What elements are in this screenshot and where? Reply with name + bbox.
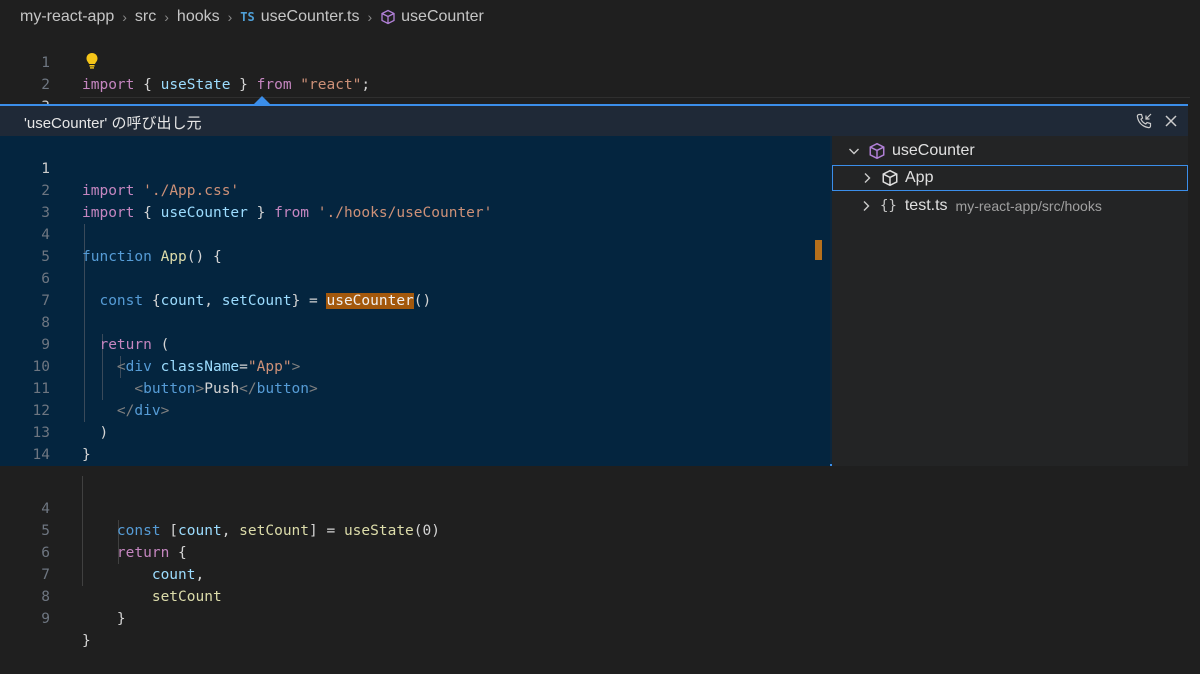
lightbulb-icon[interactable]: [84, 52, 100, 70]
current-line-border: [80, 97, 1190, 98]
chevron-right-icon: ›: [164, 9, 169, 25]
code-line: 12 ): [0, 378, 830, 441]
symbol-method-icon: [869, 142, 885, 160]
tree-item-app[interactable]: App: [832, 165, 1188, 191]
symbol-method-icon: [381, 9, 395, 25]
tree-item-label: test.ts: [904, 197, 948, 214]
chevron-right-icon: [863, 201, 870, 211]
chevron-right-icon: ›: [227, 9, 233, 25]
code-line: 4 function App() {: [0, 202, 830, 265]
peek-code-editor[interactable]: 1 import './App.css' 2 import { useCount…: [0, 136, 830, 466]
code-line: 8 return (: [0, 290, 830, 353]
tree-root-label: useCounter: [892, 142, 975, 159]
chevron-down-icon: [849, 148, 859, 155]
chevron-right-icon: [864, 173, 871, 183]
peek-caret: [254, 96, 270, 104]
breadcrumb-item-project[interactable]: my-react-app: [20, 8, 114, 26]
typescript-file-icon: TS: [240, 10, 255, 24]
close-icon: [1165, 115, 1177, 127]
breadcrumb-item-src[interactable]: src: [135, 8, 156, 26]
peek-references-widget: 'useCounter' の呼び出し元 1 import './App.css'…: [0, 104, 1188, 466]
code-text: }: [82, 611, 126, 627]
code-line: 3: [0, 180, 830, 221]
code-line: 2: [0, 52, 1200, 93]
code-line: 5: [0, 224, 830, 265]
chevron-right-icon: ›: [367, 9, 373, 25]
code-text: }: [82, 633, 91, 649]
references-tree: useCounter App {} test.ts my-react-app/s…: [832, 136, 1188, 466]
peek-header: 'useCounter' の呼び出し元: [0, 106, 1188, 136]
peek-title: 'useCounter' の呼び出し元: [24, 115, 202, 132]
code-line: 9 <div className="App">: [0, 312, 830, 375]
code-line: 14: [0, 422, 830, 463]
code-line: 7: [0, 268, 830, 309]
tree-item-description: my-react-app/src/hooks: [955, 198, 1102, 214]
code-line: 8 }: [0, 564, 1200, 627]
code-line: 11 </div>: [0, 356, 830, 419]
tree-item-test-ts[interactable]: {} test.ts my-react-app/src/hooks: [832, 193, 1188, 219]
code-line: 1 import './App.css': [0, 136, 830, 199]
code-line: 2 import { useCounter } from './hooks/us…: [0, 158, 830, 221]
code-line: 4 const [count, setCount] = useState(0): [0, 476, 1200, 539]
code-line: 9 }: [0, 586, 1200, 649]
code-line: 6 count,: [0, 520, 1200, 583]
close-button[interactable]: [1160, 110, 1182, 132]
line-number: 9: [41, 611, 50, 627]
chevron-right-icon: ›: [122, 9, 127, 25]
code-line: 10 <button>Push</button>: [0, 334, 830, 397]
code-line-current: 3 export function useCounter() {: [0, 74, 1200, 137]
symbol-method-icon: [882, 169, 898, 187]
code-line: 5 return {: [0, 498, 1200, 561]
call-hierarchy-toggle-button[interactable]: [1133, 110, 1155, 132]
breadcrumb: my-react-app › src › hooks › TS useCount…: [0, 0, 1200, 34]
editor-top[interactable]: 1 import { useState } from "react"; 2 3 …: [0, 30, 1200, 137]
breadcrumb-item-hooks[interactable]: hooks: [177, 8, 220, 26]
overview-ruler-match-marker: [815, 240, 822, 260]
symbol-namespace-icon: {}: [880, 198, 897, 214]
code-line: 7 setCount: [0, 542, 1200, 605]
code-line: 6 const {count, setCount} = useCounter(): [0, 246, 830, 309]
code-line: 13 }: [0, 400, 830, 463]
tree-root-usecounter[interactable]: useCounter: [832, 138, 1188, 164]
breadcrumb-item-file[interactable]: useCounter.ts: [261, 8, 360, 26]
code-line: 15 export default App: [0, 444, 830, 466]
call-incoming-icon: [1136, 113, 1152, 129]
tree-item-label: App: [905, 169, 934, 186]
editor-bottom[interactable]: 4 const [count, setCount] = useState(0) …: [0, 476, 1200, 651]
code-line: 1 import { useState } from "react";: [0, 30, 1200, 93]
breadcrumb-item-symbol[interactable]: useCounter: [401, 8, 484, 26]
